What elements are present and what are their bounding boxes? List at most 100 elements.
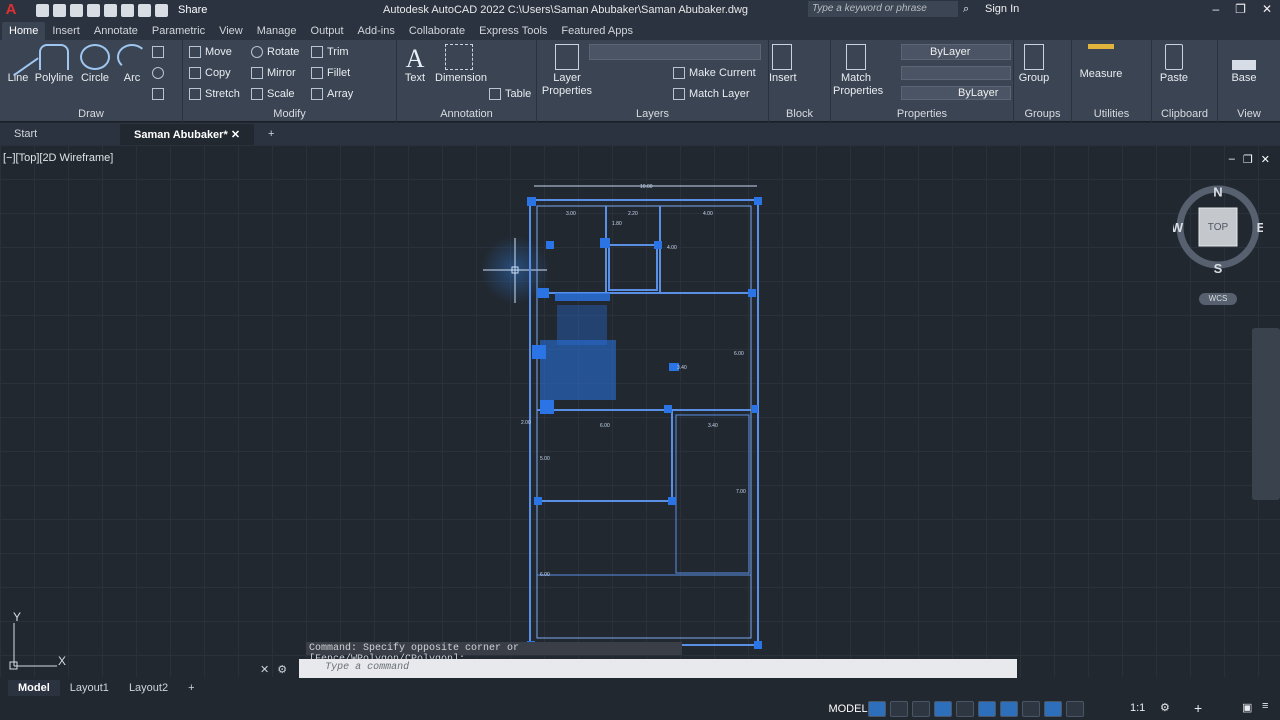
compass-west[interactable]: W [1171, 220, 1184, 235]
compass-east[interactable]: E [1257, 220, 1266, 235]
save-as-icon[interactable] [87, 3, 100, 17]
dimension-button[interactable]: Dimension [435, 44, 487, 84]
sign-in-button[interactable]: Sign In [985, 3, 1019, 15]
save-icon[interactable] [70, 3, 83, 17]
tab-manage[interactable]: Manage [250, 22, 304, 40]
annotation-scale[interactable]: 1:1 [1130, 702, 1145, 714]
auto-scale-icon[interactable] [1066, 701, 1084, 717]
wcs-menu[interactable]: WCS [1199, 293, 1237, 305]
scale-button[interactable]: Scale [251, 88, 295, 100]
trim-button[interactable]: Trim [311, 46, 349, 58]
fullscreen-icon[interactable]: ▣ [1242, 701, 1252, 714]
tab-collaborate[interactable]: Collaborate [402, 22, 472, 40]
annotation-monitor-icon[interactable]: + [1194, 700, 1202, 716]
color-dropdown[interactable]: ByLayer [901, 44, 1011, 60]
tab-layout1[interactable]: Layout1 [60, 680, 119, 696]
tab-add-ins[interactable]: Add-ins [351, 22, 402, 40]
gradient-icon[interactable] [152, 88, 164, 100]
text-button[interactable]: A Text [401, 44, 429, 84]
workspace-gear-icon[interactable]: ⚙ [1160, 701, 1170, 714]
isodraft-icon[interactable] [956, 701, 974, 717]
tab-start[interactable]: Start [0, 124, 120, 144]
base-button[interactable]: Base [1226, 44, 1262, 84]
add-layout-button[interactable]: + [178, 680, 204, 696]
tab-insert[interactable]: Insert [45, 22, 87, 40]
circle-button[interactable]: Circle [78, 44, 112, 84]
hatch-icon[interactable] [152, 67, 164, 79]
restore-icon[interactable]: ❐ [1235, 2, 1246, 16]
linetype-dropdown[interactable] [901, 66, 1011, 80]
lineweight-icon[interactable] [1022, 701, 1040, 717]
close-icon[interactable]: ✕ [1262, 2, 1272, 16]
drawing-viewport[interactable]: [−][Top][2D Wireframe] – ❐ ✕ 10.00 3.00 … [0, 145, 1280, 679]
copy-button[interactable]: Copy [189, 67, 231, 79]
minimize-icon[interactable]: – [1212, 2, 1219, 16]
draw-panel-label[interactable]: Draw [0, 108, 182, 120]
redo-icon[interactable] [155, 3, 168, 17]
snap-icon[interactable] [890, 701, 908, 717]
search-input[interactable]: Type a keyword or phrase [808, 1, 958, 17]
match-properties-button[interactable]: Match Properties [833, 44, 883, 98]
groups-panel-label[interactable]: Groups [1014, 108, 1071, 120]
tab-output[interactable]: Output [304, 22, 351, 40]
layer-properties-button[interactable]: Layer Properties [541, 44, 593, 98]
autocad-logo-icon[interactable]: A [2, 1, 20, 19]
object-snap-tracking-icon[interactable] [978, 701, 996, 717]
undo-icon[interactable] [138, 3, 151, 17]
open-icon[interactable] [53, 3, 66, 17]
command-customize-icon[interactable]: ⚙ [277, 663, 287, 676]
stretch-button[interactable]: Stretch [189, 88, 240, 100]
table-button[interactable]: Table [489, 88, 531, 100]
grid-icon[interactable] [868, 701, 886, 717]
make-current-button[interactable]: Make Current [673, 67, 756, 79]
match-layer-button[interactable]: Match Layer [673, 88, 750, 100]
utilities-panel-label[interactable]: Utilities [1072, 108, 1151, 120]
compass-north[interactable]: N [1213, 185, 1222, 200]
view-panel-label[interactable]: View [1218, 108, 1280, 120]
print-icon[interactable] [121, 3, 134, 17]
layer-dropdown[interactable] [589, 44, 761, 60]
annotation-panel-label[interactable]: Annotation [397, 108, 536, 120]
measure-button[interactable]: Measure [1076, 44, 1126, 80]
tab-express-tools[interactable]: Express Tools [472, 22, 554, 40]
compass-south[interactable]: S [1214, 261, 1223, 276]
tab-drawing[interactable]: Saman Abubaker* ✕ [120, 123, 255, 145]
share-button[interactable]: Share [178, 4, 207, 16]
tab-parametric[interactable]: Parametric [145, 22, 212, 40]
fillet-button[interactable]: Fillet [311, 67, 350, 79]
group-button[interactable]: Group [1016, 44, 1052, 84]
model-space-button[interactable]: MODEL [828, 700, 868, 718]
annotation-visibility-icon[interactable] [1044, 701, 1062, 717]
line-button[interactable]: Line [0, 37, 39, 84]
tab-model[interactable]: Model [8, 680, 60, 696]
command-close-icon[interactable]: ✕ [260, 663, 269, 676]
rectangle-icon[interactable] [152, 46, 164, 58]
tab-featured-apps[interactable]: Featured Apps [554, 22, 640, 40]
arc-button[interactable]: Arc [117, 44, 147, 84]
ortho-icon[interactable] [912, 701, 930, 717]
move-button[interactable]: Move [189, 46, 232, 58]
viewcube[interactable]: TOP N S E W [1171, 185, 1266, 277]
tab-layout2[interactable]: Layout2 [119, 680, 178, 696]
navigation-bar[interactable] [1252, 328, 1280, 500]
lineweight-dropdown[interactable]: ByLayer [901, 86, 1011, 100]
paste-button[interactable]: Paste [1156, 44, 1192, 84]
floor-plan-drawing[interactable]: 10.00 3.00 2.20 4.00 1.80 4.00 6.00 3.40… [0, 145, 1280, 677]
clipboard-panel-label[interactable]: Clipboard [1152, 108, 1217, 120]
close-tab-icon[interactable]: ✕ [231, 129, 240, 141]
new-icon[interactable] [36, 3, 49, 17]
mirror-button[interactable]: Mirror [251, 67, 296, 79]
properties-panel-label[interactable]: Properties [831, 108, 1013, 120]
command-input[interactable]: Type a command [299, 659, 1018, 679]
new-tab-button[interactable]: + [254, 124, 288, 144]
customization-icon[interactable]: ≡ [1262, 700, 1268, 712]
tab-view[interactable]: View [212, 22, 250, 40]
search-icon[interactable]: ⌕ [963, 3, 969, 16]
object-snap-icon[interactable] [1000, 701, 1018, 717]
block-panel-label[interactable]: Block [769, 108, 830, 120]
insert-button[interactable]: Insert [769, 44, 797, 84]
modify-panel-label[interactable]: Modify [183, 108, 396, 120]
tab-annotate[interactable]: Annotate [87, 22, 145, 40]
polar-icon[interactable] [934, 701, 952, 717]
rotate-button[interactable]: Rotate [251, 46, 299, 58]
